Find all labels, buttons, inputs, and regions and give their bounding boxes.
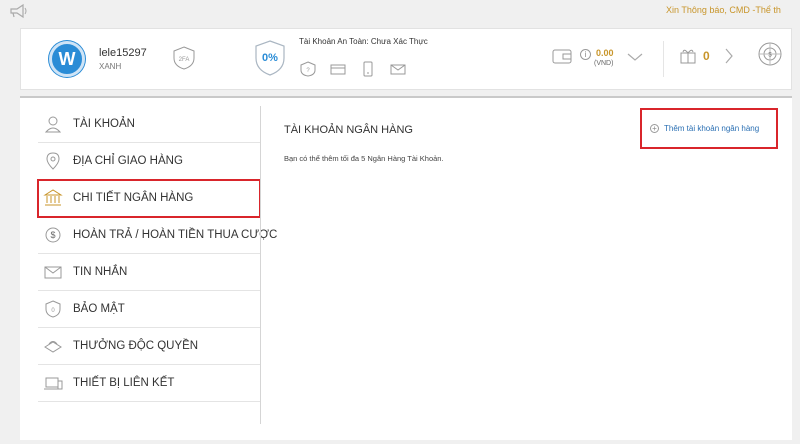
bonus-icon bbox=[44, 341, 62, 353]
chevron-right-icon[interactable] bbox=[724, 47, 734, 65]
sidebar-item-label: CHI TIẾT NGÂN HÀNG bbox=[73, 192, 194, 204]
sidebar-item-label: TIN NHẮN bbox=[73, 266, 128, 278]
bank-limit-note: Bạn có thể thêm tối đa 5 Ngân Hàng Tài K… bbox=[284, 154, 444, 163]
sidebar-item-label: HOÀN TRẢ / HOÀN TIỀN THUA CƯỢC bbox=[73, 229, 278, 241]
divider bbox=[663, 41, 664, 77]
add-bank-account-label: Thêm tài khoản ngân hàng bbox=[664, 124, 760, 133]
verify-card-icon[interactable] bbox=[329, 61, 347, 77]
main-panel: TÀI KHOẢN ĐỊA CHỈ GIAO HÀNG CHI TIẾT NGÂ… bbox=[20, 96, 792, 440]
sidebar-item-label: THƯỞNG ĐỘC QUYỀN bbox=[73, 340, 199, 352]
location-pin-icon bbox=[46, 152, 60, 170]
divider bbox=[260, 106, 261, 424]
sidebar-item-account[interactable]: TÀI KHOẢN bbox=[38, 106, 260, 143]
verify-identity-icon[interactable]: ? bbox=[299, 61, 317, 77]
sidebar-item-label: BẢO MẬT bbox=[73, 303, 125, 315]
sidebar-item-bank-details[interactable]: CHI TIẾT NGÂN HÀNG bbox=[37, 179, 261, 218]
info-icon[interactable]: i bbox=[580, 49, 591, 60]
wallet-balance: 0.00 bbox=[596, 48, 614, 58]
2fa-shield-icon[interactable]: 2FA bbox=[171, 45, 197, 71]
lucky-wheel-icon[interactable]: $ bbox=[757, 41, 783, 67]
user-icon bbox=[44, 116, 62, 133]
bank-icon bbox=[43, 189, 63, 206]
dollar-coin-icon: $ bbox=[45, 227, 61, 243]
sidebar-item-rebate[interactable]: $ HOÀN TRẢ / HOÀN TIỀN THUA CƯỢC bbox=[38, 217, 277, 254]
verify-email-icon[interactable] bbox=[389, 61, 407, 77]
add-bank-account-button[interactable]: + Thêm tài khoản ngân hàng bbox=[640, 108, 778, 149]
account-sidebar: TÀI KHOẢN ĐỊA CHỈ GIAO HÀNG CHI TIẾT NGÂ… bbox=[37, 106, 277, 402]
sidebar-item-messages[interactable]: TIN NHẮN bbox=[38, 254, 260, 291]
devices-icon bbox=[44, 377, 63, 390]
sidebar-item-exclusive-bonus[interactable]: THƯỞNG ĐỘC QUYỀN bbox=[38, 328, 260, 365]
sidebar-item-security[interactable]: 0 BẢO MẬT bbox=[38, 291, 260, 328]
envelope-icon bbox=[44, 266, 62, 279]
wallet-currency: (VND) bbox=[594, 60, 614, 67]
sidebar-item-label: THIẾT BỊ LIÊN KẾT bbox=[73, 377, 175, 389]
svg-text:$: $ bbox=[768, 53, 772, 59]
announcement-marquee[interactable]: Xin Thông báo, CMD -Thể th bbox=[666, 5, 796, 15]
sidebar-item-label: ĐỊA CHỈ GIAO HÀNG bbox=[73, 155, 183, 167]
verification-icons: ? bbox=[299, 61, 407, 77]
gift-count: 0 bbox=[703, 49, 710, 63]
user-level: XANH bbox=[99, 62, 122, 71]
sidebar-item-linked-devices[interactable]: THIẾT BỊ LIÊN KẾT bbox=[38, 365, 260, 402]
top-bar: Xin Thông báo, CMD -Thể th bbox=[0, 0, 800, 22]
security-status-label: Tài Khoản An Toàn: Chưa Xác Thực bbox=[299, 37, 428, 46]
svg-text:0: 0 bbox=[51, 308, 55, 314]
gift-icon[interactable] bbox=[679, 47, 697, 65]
shield-icon: 0 bbox=[45, 300, 61, 318]
chevron-down-icon[interactable] bbox=[626, 51, 644, 63]
plus-circle-icon: + bbox=[650, 124, 659, 133]
verify-phone-icon[interactable] bbox=[359, 61, 377, 77]
svg-text:$: $ bbox=[50, 230, 55, 240]
account-header: W lele15297 XANH 2FA 0% Tài Khoản An Toà… bbox=[20, 28, 792, 90]
megaphone-icon[interactable] bbox=[8, 3, 30, 19]
security-percent: 0% bbox=[262, 52, 278, 64]
username: lele15297 bbox=[99, 47, 147, 59]
avatar[interactable]: W bbox=[49, 41, 85, 77]
page-title: TÀI KHOẢN NGÂN HÀNG bbox=[284, 124, 413, 136]
sidebar-item-label: TÀI KHOẢN bbox=[73, 118, 135, 130]
sidebar-item-shipping-address[interactable]: ĐỊA CHỈ GIAO HÀNG bbox=[38, 143, 260, 180]
wallet-icon[interactable] bbox=[551, 47, 573, 65]
svg-text:?: ? bbox=[306, 68, 310, 74]
2fa-label: 2FA bbox=[179, 57, 190, 63]
